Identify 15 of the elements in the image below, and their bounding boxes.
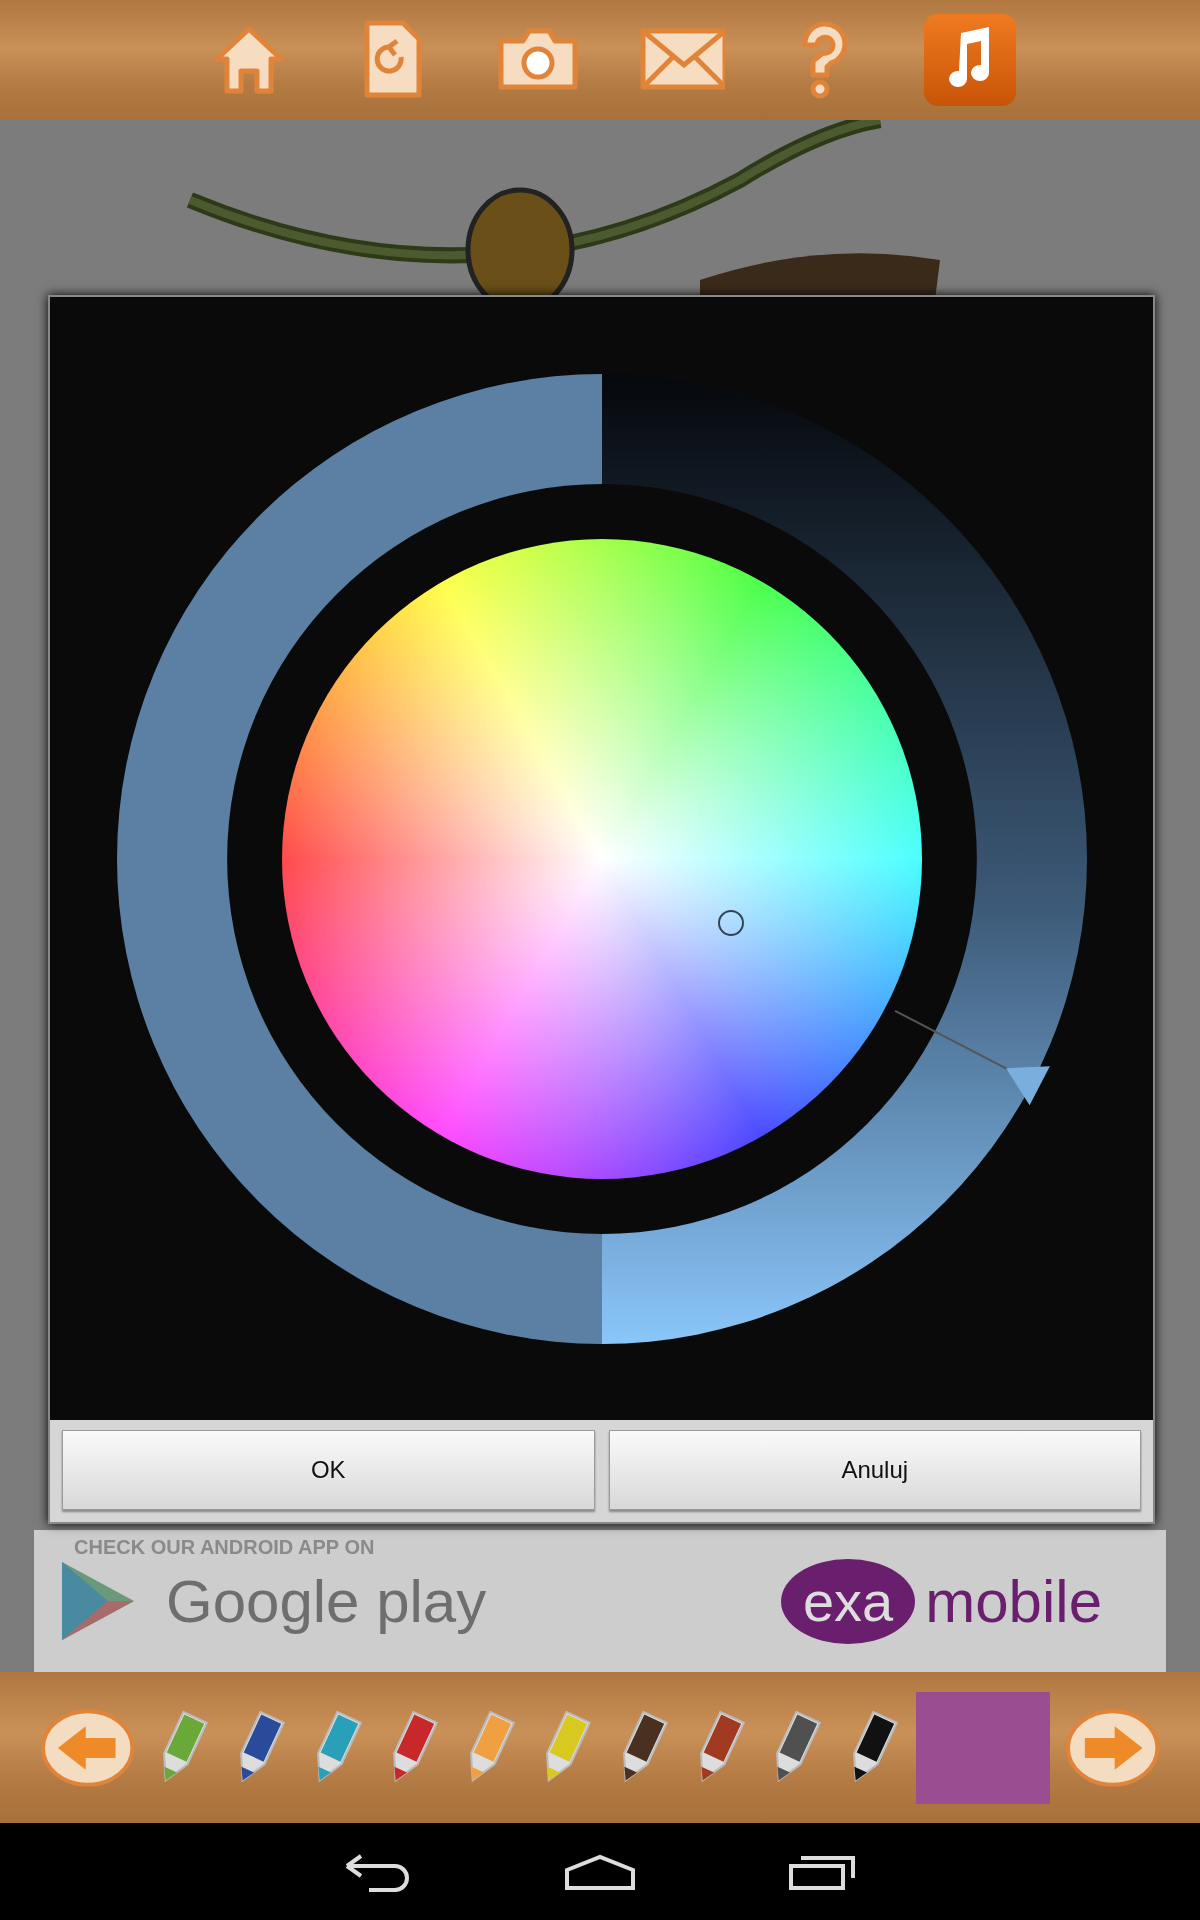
wheel-selection-marker[interactable]: [718, 910, 744, 936]
right-arrow-button[interactable]: [1064, 1707, 1161, 1788]
ok-button[interactable]: OK: [62, 1430, 595, 1510]
current-color-swatch[interactable]: [916, 1691, 1050, 1804]
home-icon[interactable]: [563, 1853, 637, 1890]
brand-name: mobile: [925, 1566, 1102, 1636]
brand-logo-text: exa: [780, 1558, 916, 1644]
ad-headline: CHECK OUR ANDROID APP ON: [74, 1536, 375, 1559]
store-name: Google play: [166, 1566, 487, 1636]
ring-pointer[interactable]: [1006, 1066, 1050, 1106]
cancel-button[interactable]: Anuluj: [608, 1430, 1141, 1510]
left-arrow-button[interactable]: [40, 1707, 136, 1788]
recent-apps-icon[interactable]: [787, 1853, 857, 1890]
music-button[interactable]: [924, 14, 1016, 106]
ad-banner[interactable]: CHECK OUR ANDROID APP ON Google play exa mobile: [34, 1530, 1166, 1672]
